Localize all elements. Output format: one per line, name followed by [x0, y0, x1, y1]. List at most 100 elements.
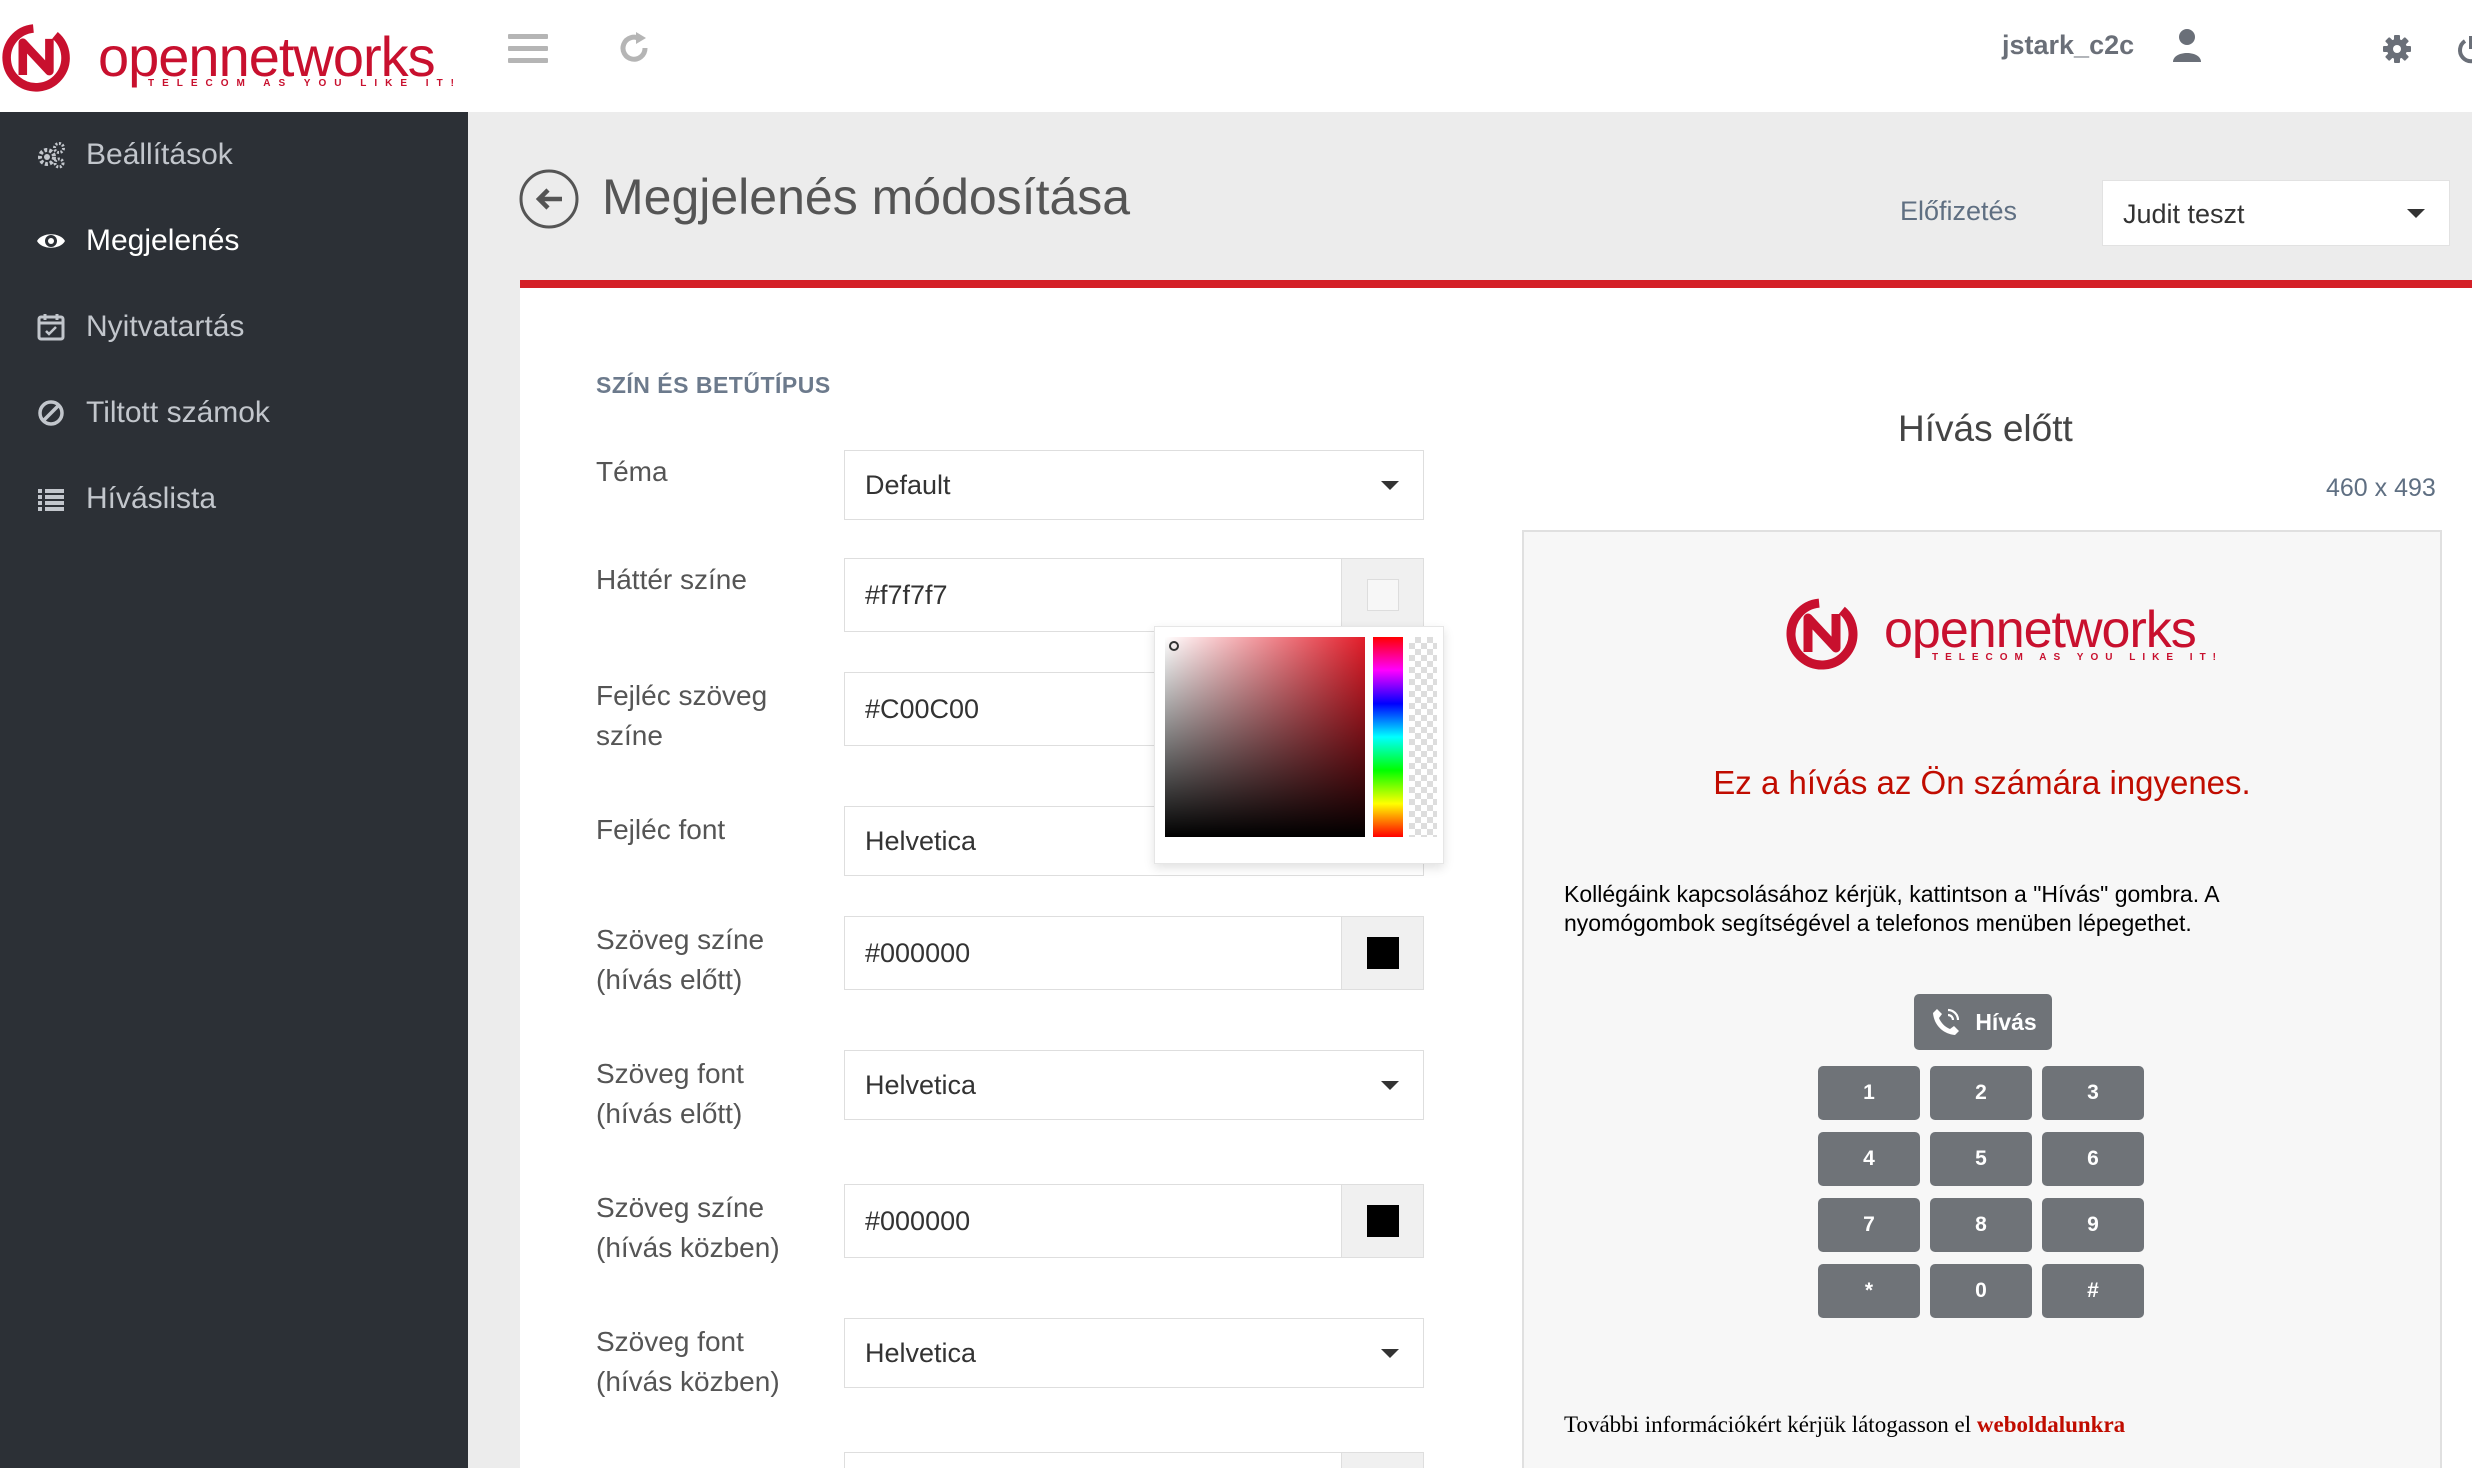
- sidebar-item-beallitasok[interactable]: Beállítások: [0, 112, 468, 198]
- preview-title: Hívás előtt: [1898, 408, 2073, 449]
- sidebar-item-megjelenes[interactable]: Megjelenés: [0, 198, 468, 284]
- chevron-down-icon: [1381, 1349, 1399, 1358]
- menu-icon[interactable]: [508, 34, 548, 64]
- keypad-key-9[interactable]: 9: [2042, 1198, 2144, 1252]
- text-color-before-label: Szöveg színe (hívás előtt): [596, 924, 765, 995]
- keypad-key-6[interactable]: 6: [2042, 1132, 2144, 1186]
- widget-preview: opennetworks TELECOM AS YOU LIKE IT! Ez …: [1522, 530, 2442, 1468]
- theme-value: Default: [865, 469, 951, 500]
- keypad-key-1[interactable]: 1: [1818, 1066, 1920, 1120]
- text-color-during-value: #000000: [865, 1205, 971, 1236]
- sidebar-item-label: Beállítások: [86, 138, 233, 171]
- text-font-during-label: Szöveg font (hívás közben): [596, 1326, 780, 1397]
- preview-footer-text: További információkért kérjük látogasson…: [1564, 1412, 1977, 1437]
- preview-footer: További információkért kérjük látogasson…: [1564, 1412, 2125, 1438]
- header-text-color-value: #C00C00: [865, 693, 980, 724]
- next-field-input[interactable]: [844, 1452, 1424, 1468]
- preview-headline: Ez a hívás az Ön számára ingyenes.: [1713, 764, 2251, 801]
- subscription-value: Judit teszt: [2123, 199, 2245, 229]
- preview-text: Kollégáink kapcsolásához kérjük, kattint…: [1564, 881, 2219, 936]
- page-title: Megjelenés módosítása: [602, 169, 1131, 225]
- sidebar-item-label: Megjelenés: [86, 224, 240, 257]
- chevron-down-icon: [1381, 481, 1399, 490]
- keypad-key-hash[interactable]: #: [2042, 1264, 2144, 1318]
- username[interactable]: jstark_c2c: [2002, 30, 2134, 61]
- hue-slider[interactable]: [1373, 637, 1403, 837]
- header-font-value: Helvetica: [865, 825, 977, 856]
- text-color-during-label: Szöveg színe (hívás közben): [596, 1192, 780, 1263]
- keypad-key-0[interactable]: 0: [1930, 1264, 2032, 1318]
- saturation-value-area[interactable]: [1165, 637, 1365, 837]
- gear-icon[interactable]: [2382, 34, 2412, 64]
- top-bar: opennetworks TELECOM AS YOU LIKE IT! jst…: [0, 0, 2472, 112]
- text-font-during-select[interactable]: Helvetica: [844, 1318, 1424, 1388]
- theme-label: Téma: [596, 456, 668, 487]
- keypad-key-5[interactable]: 5: [1930, 1132, 2032, 1186]
- back-arrow-icon[interactable]: [518, 168, 580, 230]
- keypad-key-3[interactable]: 3: [2042, 1066, 2144, 1120]
- eye-icon: [37, 234, 65, 248]
- logo-tagline: TELECOM AS YOU LIKE IT!: [1932, 652, 2224, 663]
- text-color-before-input[interactable]: #000000: [844, 916, 1424, 990]
- text-font-before-value: Helvetica: [865, 1069, 977, 1100]
- color-swatch: [1366, 937, 1399, 969]
- keypad-key-4[interactable]: 4: [1818, 1132, 1920, 1186]
- logo-mark-icon: [2, 24, 70, 92]
- background-color-swatch-button[interactable]: [1341, 559, 1423, 631]
- sidebar-item-label: Tiltott számok: [86, 396, 270, 429]
- background-color-value: #f7f7f7: [865, 579, 948, 610]
- gears-icon: [38, 142, 65, 169]
- sidebar: Beállítások Megjelenés Nyitvatartás Tilt…: [0, 112, 468, 1468]
- sidebar-item-label: Híváslista: [86, 482, 217, 515]
- preview-logo: opennetworks TELECOM AS YOU LIKE IT!: [1780, 588, 2216, 684]
- subscription-select[interactable]: Judit teszt: [2102, 180, 2450, 246]
- logo-mark-icon: [1786, 598, 1858, 670]
- alpha-slider[interactable]: [1409, 637, 1437, 837]
- text-font-during-value: Helvetica: [865, 1337, 977, 1368]
- sidebar-item-tiltott-szamok[interactable]: Tiltott számok: [0, 370, 468, 456]
- preview-size: 460 x 493: [2326, 474, 2436, 502]
- sidebar-item-hivaslista[interactable]: Híváslista: [0, 456, 468, 542]
- text-color-during-swatch-button[interactable]: [1341, 1185, 1423, 1257]
- ban-icon: [38, 400, 64, 426]
- picker-cursor[interactable]: [1169, 641, 1179, 651]
- section-title: SZÍN ÉS BETŰTÍPUS: [596, 372, 831, 398]
- background-color-input[interactable]: #f7f7f7: [844, 558, 1424, 632]
- appearance-card: SZÍN ÉS BETŰTÍPUS Téma Default Háttér sz…: [520, 288, 2472, 1468]
- header-divider: [520, 280, 2472, 288]
- dial-keypad: 1 2 3 4 5 6 7 8 9 * 0 #: [1818, 1066, 2148, 1318]
- keypad-key-8[interactable]: 8: [1930, 1198, 2032, 1252]
- text-color-during-input[interactable]: #000000: [844, 1184, 1424, 1258]
- chevron-down-icon: [2407, 209, 2425, 218]
- chevron-down-icon: [1381, 1081, 1399, 1090]
- header-font-label: Fejléc font: [596, 814, 726, 845]
- phone-icon: [1933, 1008, 1960, 1035]
- header-text-color-label: Fejléc szöveg színe: [596, 680, 768, 751]
- subscription-label: Előfizetés: [1900, 196, 2018, 226]
- logo-wordmark: opennetworks: [1884, 601, 2197, 659]
- call-button[interactable]: Hívás: [1914, 994, 2052, 1050]
- keypad-key-star[interactable]: *: [1818, 1264, 1920, 1318]
- color-swatch: [1366, 1205, 1399, 1237]
- brand-logo[interactable]: opennetworks TELECOM AS YOU LIKE IT!: [0, 8, 454, 104]
- logo-tagline: TELECOM AS YOU LIKE IT!: [148, 78, 463, 89]
- user-icon[interactable]: [2172, 28, 2202, 64]
- keypad-key-7[interactable]: 7: [1818, 1198, 1920, 1252]
- refresh-icon[interactable]: [614, 28, 654, 68]
- sidebar-item-nyitvatartas[interactable]: Nyitvatartás: [0, 284, 468, 370]
- keypad-key-2[interactable]: 2: [1930, 1066, 2032, 1120]
- power-icon[interactable]: [2456, 34, 2472, 64]
- text-font-before-select[interactable]: Helvetica: [844, 1050, 1424, 1120]
- color-swatch: [1366, 579, 1399, 611]
- sidebar-item-label: Nyitvatartás: [86, 310, 245, 343]
- next-field-swatch-button[interactable]: [1341, 1453, 1423, 1468]
- calendar-icon: [37, 314, 65, 341]
- background-color-label: Háttér színe: [596, 564, 747, 595]
- list-icon: [38, 489, 64, 511]
- preview-footer-link[interactable]: weboldalunkra: [1977, 1412, 2125, 1437]
- color-picker-popup: [1154, 626, 1444, 864]
- text-font-before-label: Szöveg font (hívás előtt): [596, 1058, 744, 1129]
- theme-select[interactable]: Default: [844, 450, 1424, 520]
- text-color-before-swatch-button[interactable]: [1341, 917, 1423, 989]
- text-color-before-value: #000000: [865, 937, 971, 968]
